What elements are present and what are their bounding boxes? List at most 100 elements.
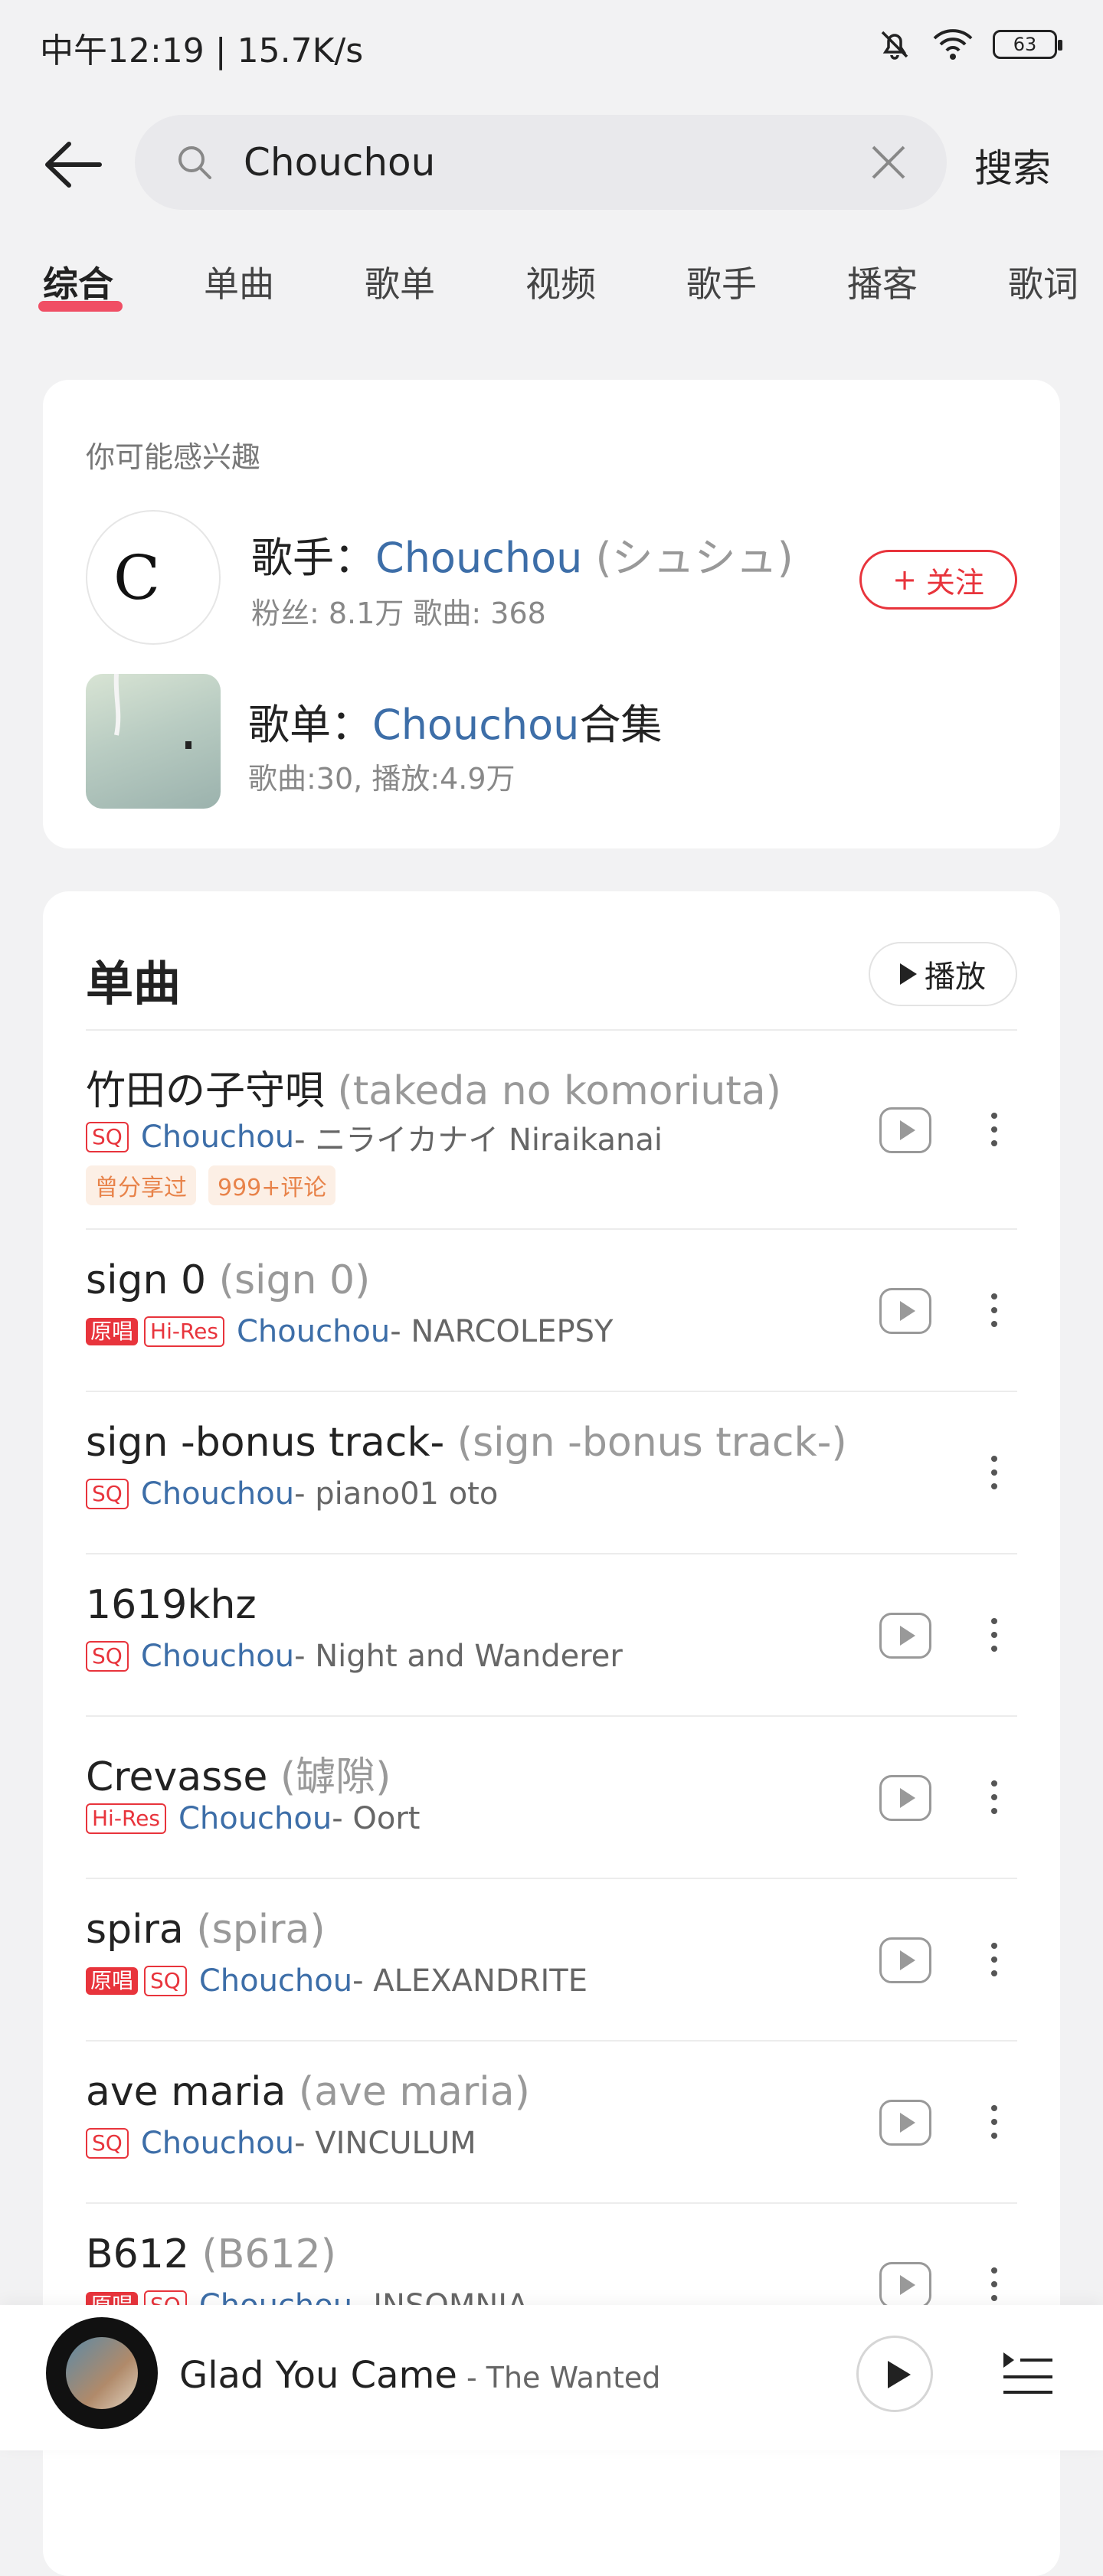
play-mv-icon[interactable]	[879, 1937, 931, 1983]
more-options-icon[interactable]	[987, 1618, 1002, 1652]
play-all-label: 播放	[925, 959, 986, 995]
suggestion-card: 你可能感兴趣 C 歌手：Chouchou (シュシュ) 粉丝: 8.1万 歌曲:…	[43, 380, 1060, 848]
mini-play-button[interactable]	[856, 2336, 933, 2412]
song-row[interactable]: Crevasse (罅隙) Hi-Res Chouchou - Oort	[86, 1715, 1017, 1879]
song-row[interactable]: sign 0 (sign 0) 原唱 Hi-Res Chouchou - NARCOL…	[86, 1228, 1017, 1392]
battery-indicator: 63	[993, 30, 1062, 59]
more-dot	[991, 2105, 997, 2111]
tab-podcasts[interactable]: 播客	[847, 257, 918, 307]
song-meta: SQ Chouchou - VINCULUM	[86, 2126, 476, 2161]
artist-stats: 粉丝: 8.1万 歌曲: 368	[251, 597, 546, 630]
more-dot	[991, 2281, 997, 2287]
more-options-icon[interactable]	[987, 2105, 1002, 2139]
song-title-text: sign -bonus track-	[86, 1420, 445, 1466]
tab-artists[interactable]: 歌手	[686, 257, 757, 307]
more-dot	[991, 1618, 997, 1624]
bell-muted-icon	[881, 31, 908, 60]
song-row[interactable]: 1619khz SQ Chouchou - Night and Wanderer	[86, 1553, 1017, 1717]
tab-singles[interactable]: 单曲	[204, 257, 274, 307]
song-row[interactable]: 竹田の子守唄 (takeda no komoriuta) SQ Chouchou -…	[86, 1029, 1017, 1230]
song-artist[interactable]: Chouchou	[178, 1801, 332, 1836]
song-row[interactable]: ave maria (ave maria) SQ Chouchou - VINCUL…	[86, 2040, 1017, 2204]
tab-lyrics[interactable]: 歌词	[1008, 257, 1078, 307]
artist-alias: (シュシュ)	[582, 534, 794, 582]
playlist-icon[interactable]	[999, 2343, 1057, 2401]
song-tag: 曾分享过	[86, 1165, 196, 1205]
album-art	[66, 2337, 138, 2409]
song-tag: 999+评论	[208, 1165, 336, 1205]
more-dot	[991, 1646, 997, 1652]
song-album: - piano01 oto	[294, 1476, 499, 1512]
playlist-suggestion-row[interactable]: 歌单：Chouchou合集 歌曲:30, 播放:4.9万	[86, 674, 1017, 809]
more-dot	[991, 2119, 997, 2125]
clear-icon[interactable]	[869, 142, 908, 182]
original-badge: 原唱	[86, 1967, 139, 1995]
song-title-text: ave maria	[86, 2069, 286, 2115]
song-row[interactable]: sign -bonus track- (sign -bonus track-) S…	[86, 1391, 1017, 1554]
search-input[interactable]	[242, 139, 858, 185]
song-title: sign 0 (sign 0)	[86, 1257, 370, 1303]
tab-playlists[interactable]: 歌单	[365, 257, 435, 307]
status-time: 中午12:19 | 15.7K/s	[40, 31, 364, 70]
tab-all[interactable]: 综合	[43, 257, 113, 307]
song-artist[interactable]: Chouchou	[237, 1314, 390, 1349]
song-title: spira (spira)	[86, 1907, 326, 1953]
play-all-button[interactable]: 播放	[869, 942, 1017, 1006]
hires-badge: Hi-Res	[144, 1316, 224, 1347]
album-disc[interactable]	[46, 2317, 158, 2429]
play-mv-icon[interactable]	[879, 1288, 931, 1334]
song-title-text: B612	[86, 2231, 189, 2277]
song-artist[interactable]: Chouchou	[141, 1120, 294, 1155]
playlist-name: Chouchou	[372, 701, 580, 749]
song-artist[interactable]: Chouchou	[141, 2126, 294, 2161]
song-title-text: sign 0	[86, 1257, 207, 1303]
singles-heading: 单曲	[86, 956, 182, 1012]
more-options-icon[interactable]	[987, 1943, 1002, 1976]
song-artist[interactable]: Chouchou	[141, 1639, 294, 1674]
play-mv-icon[interactable]	[879, 2100, 931, 2146]
more-options-icon[interactable]	[987, 1456, 1002, 1489]
song-title-text: 1619khz	[86, 1582, 257, 1628]
more-dot	[991, 1307, 997, 1313]
song-title-text: 竹田の子守唄	[86, 1068, 326, 1114]
play-mv-icon[interactable]	[879, 1107, 931, 1153]
song-artist[interactable]: Chouchou	[199, 1963, 352, 1999]
more-dot	[991, 1632, 997, 1638]
play-mv-icon[interactable]	[879, 1775, 931, 1821]
follow-button[interactable]: + 关注	[859, 550, 1017, 610]
playlist-stats: 歌曲:30, 播放:4.9万	[248, 762, 515, 796]
more-dot	[991, 1483, 997, 1489]
more-dot	[991, 2133, 997, 2139]
status-icons: 63	[876, 26, 1062, 63]
more-dot	[991, 1780, 997, 1787]
song-alt-title: (sign 0)	[206, 1257, 371, 1303]
back-arrow-icon[interactable]	[38, 130, 107, 199]
song-album: - ニライカナイ Niraikanai	[294, 1123, 663, 1158]
song-title: 竹田の子守唄 (takeda no komoriuta)	[86, 1058, 781, 1116]
more-options-icon[interactable]	[987, 2267, 1002, 2301]
artist-avatar-letter: C	[113, 542, 161, 613]
suggestion-label: 你可能感兴趣	[86, 440, 261, 474]
song-album: - VINCULUM	[294, 2126, 476, 2161]
more-options-icon[interactable]	[987, 1293, 1002, 1327]
search-button[interactable]: 搜索	[974, 138, 1051, 193]
search-box[interactable]	[135, 115, 947, 210]
sq-badge: SQ	[86, 1641, 129, 1672]
mini-player[interactable]: Glad You Came - The Wanted	[0, 2305, 1103, 2450]
song-alt-title: (ave maria)	[286, 2069, 530, 2115]
song-row[interactable]: spira (spira) 原唱 SQ Chouchou - ALEXANDRITE	[86, 1878, 1017, 2042]
more-options-icon[interactable]	[987, 1780, 1002, 1814]
song-artist[interactable]: Chouchou	[141, 1476, 294, 1512]
tab-videos[interactable]: 视频	[525, 257, 596, 307]
song-alt-title: (sign -bonus track-)	[444, 1420, 847, 1466]
play-mv-icon[interactable]	[879, 2262, 931, 2308]
category-tabs: 综合 单曲 歌单 视频 歌手 播客 歌词	[0, 257, 1103, 318]
more-options-icon[interactable]	[987, 1113, 1002, 1146]
plus-icon: +	[892, 563, 917, 597]
search-icon	[178, 146, 211, 179]
wifi-icon	[933, 29, 973, 60]
song-meta: 原唱 Hi-Res Chouchou - NARCOLEPSY	[86, 1314, 613, 1349]
follow-label: 关注	[925, 565, 984, 600]
play-mv-icon[interactable]	[879, 1613, 931, 1659]
song-title: Crevasse (罅隙)	[86, 1744, 391, 1802]
